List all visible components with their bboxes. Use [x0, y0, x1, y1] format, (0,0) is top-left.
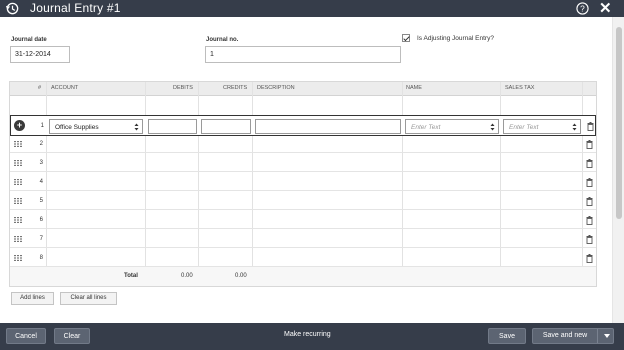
title-bar: Journal Entry #1 ? ✕	[0, 0, 624, 17]
footer-bar: Cancel Clear Make recurring Save Save an…	[0, 323, 624, 350]
history-icon[interactable]	[5, 1, 20, 16]
journal-lines-table: # ACCOUNT DEBITS CREDITS DESCRIPTION NAM…	[9, 81, 597, 287]
trash-icon[interactable]	[586, 235, 593, 245]
adjusting-entry-option[interactable]: Is Adjusting Journal Entry?	[402, 34, 494, 42]
table-row[interactable]: + 1 Office Supplies Enter Text Enter Tex…	[10, 115, 596, 136]
row-number: 2	[39, 141, 43, 148]
trash-icon[interactable]	[587, 122, 594, 131]
table-row[interactable]: 7	[10, 229, 596, 249]
trash-icon[interactable]	[586, 178, 593, 188]
cancel-button[interactable]: Cancel	[6, 328, 46, 344]
sales-tax-placeholder: Enter Text	[509, 124, 539, 131]
journal-date-label: Journal date	[11, 37, 47, 43]
description-input[interactable]	[255, 119, 401, 134]
col-sales-tax: SALES TAX	[505, 85, 535, 91]
make-recurring-link[interactable]: Make recurring	[284, 331, 331, 338]
table-row[interactable]: 5	[10, 191, 596, 211]
save-button[interactable]: Save	[488, 328, 526, 344]
drag-handle-icon[interactable]	[14, 255, 22, 262]
form-body: Journal date 31-12-2014 Journal no. 1 Is…	[0, 17, 612, 323]
save-and-new-label[interactable]: Save and new	[533, 329, 597, 343]
row-number: 5	[39, 198, 43, 205]
save-and-new-split-button[interactable]: Save and new	[532, 328, 614, 344]
clear-all-lines-button[interactable]: Clear all lines	[60, 292, 117, 305]
select-arrows-icon	[134, 123, 139, 131]
debit-input[interactable]	[148, 119, 197, 134]
row-number: 3	[39, 160, 43, 167]
chevron-down-icon[interactable]	[597, 329, 614, 343]
select-arrows-icon	[490, 123, 495, 131]
col-description: DESCRIPTION	[257, 85, 295, 91]
totals-row: Total 0.00 0.00	[10, 267, 596, 287]
drag-handle-icon[interactable]	[14, 236, 22, 243]
drag-handle-icon[interactable]	[14, 141, 22, 148]
clear-button[interactable]: Clear	[54, 328, 90, 344]
add-lines-button[interactable]: Add lines	[11, 292, 54, 305]
account-select[interactable]: Office Supplies	[49, 119, 143, 134]
select-arrows-icon	[572, 123, 577, 131]
help-icon[interactable]: ?	[576, 2, 589, 15]
trash-icon[interactable]	[586, 159, 593, 169]
total-label: Total	[124, 273, 138, 280]
journal-entry-window: Journal Entry #1 ? ✕ Journal date 31-12-…	[0, 0, 624, 350]
add-row-icon[interactable]: +	[14, 120, 25, 131]
drag-handle-icon[interactable]	[14, 179, 22, 186]
row-number: 1	[40, 123, 44, 129]
col-credits: CREDITS	[223, 85, 248, 91]
vertical-scrollbar[interactable]	[612, 17, 624, 323]
journal-no-label: Journal no.	[206, 37, 239, 43]
drag-handle-icon[interactable]	[14, 217, 22, 224]
col-name: NAME	[406, 85, 422, 91]
trash-icon[interactable]	[586, 254, 593, 264]
row-number: 8	[39, 255, 43, 262]
table-row[interactable]: 4	[10, 172, 596, 192]
journal-no-field[interactable]: 1	[205, 46, 401, 63]
name-select[interactable]: Enter Text	[405, 119, 499, 134]
close-icon[interactable]: ✕	[599, 0, 612, 17]
account-value: Office Supplies	[55, 124, 99, 131]
row-number: 6	[39, 217, 43, 224]
total-credits: 0.00	[235, 273, 247, 280]
col-debits: DEBITS	[173, 85, 193, 91]
col-num: #	[38, 85, 42, 91]
trash-icon[interactable]	[586, 216, 593, 226]
row-number: 4	[39, 179, 43, 186]
name-placeholder: Enter Text	[411, 124, 441, 131]
table-header: # ACCOUNT DEBITS CREDITS DESCRIPTION NAM…	[10, 82, 596, 96]
adjusting-entry-label: Is Adjusting Journal Entry?	[417, 34, 494, 42]
table-row[interactable]: 8	[10, 248, 596, 268]
credit-input[interactable]	[201, 119, 251, 134]
trash-icon[interactable]	[586, 140, 593, 149]
window-title: Journal Entry #1	[30, 1, 121, 15]
svg-text:?: ?	[580, 3, 585, 13]
col-account: ACCOUNT	[51, 85, 79, 91]
sales-tax-select[interactable]: Enter Text	[503, 119, 581, 134]
row-number: 7	[39, 236, 43, 243]
drag-handle-icon[interactable]	[14, 198, 22, 205]
drag-handle-icon[interactable]	[14, 160, 22, 167]
trash-icon[interactable]	[586, 197, 593, 207]
table-row[interactable]: 2	[10, 134, 596, 154]
table-row[interactable]: 3	[10, 153, 596, 173]
table-row[interactable]: 6	[10, 210, 596, 230]
total-debits: 0.00	[181, 273, 193, 280]
adjusting-entry-checkbox[interactable]	[402, 34, 410, 42]
journal-date-field[interactable]: 31-12-2014	[10, 46, 70, 63]
scrollbar-thumb[interactable]	[616, 27, 622, 219]
